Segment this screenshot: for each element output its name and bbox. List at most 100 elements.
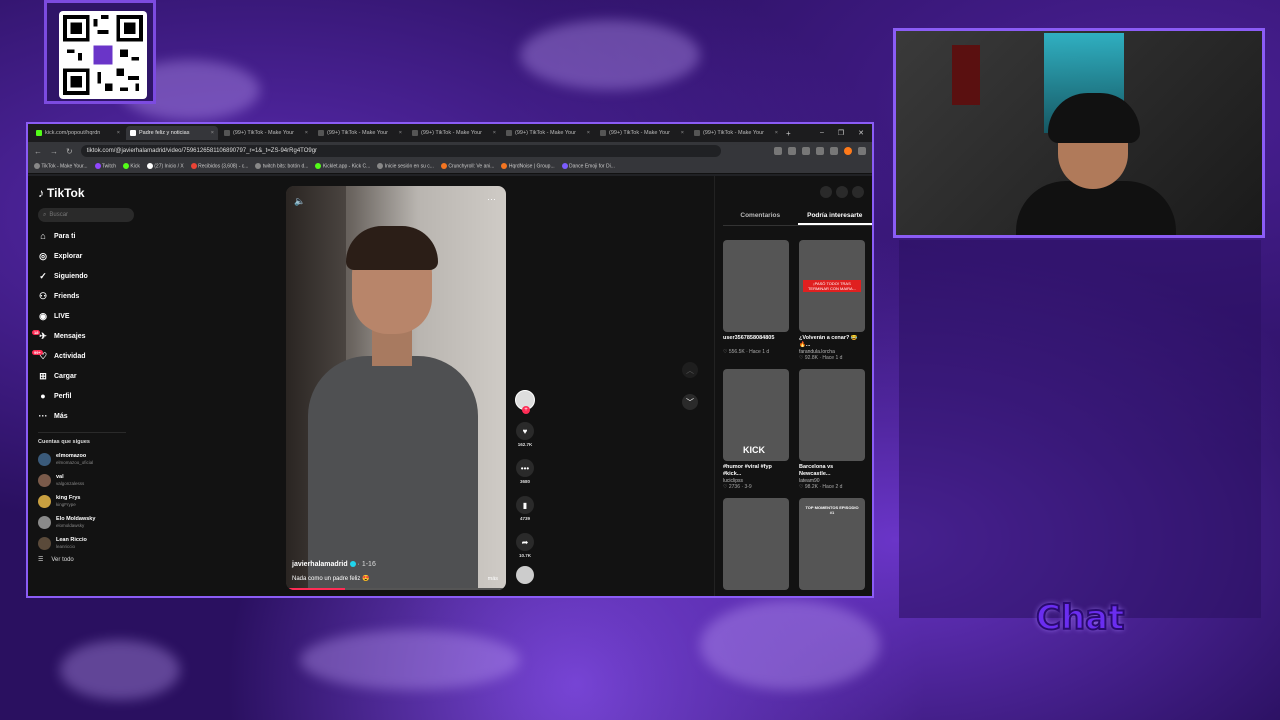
menu-item-siguiendo[interactable]: ✓ Siguiendo — [38, 270, 132, 282]
menu-item-perfil[interactable]: ● Perfil — [38, 390, 132, 402]
close-window-icon[interactable]: ✕ — [858, 129, 864, 137]
tiktok-logo[interactable]: ♪ TikTok — [38, 186, 132, 200]
menu-item-explorar[interactable]: ◎ Explorar — [38, 250, 132, 262]
address-bar-row: ← → ↻ tiktok.com/@javierhalamadrid/video… — [28, 142, 872, 160]
bookmark-item[interactable]: Crunchyroll: Ve ani... — [440, 163, 494, 170]
bookmark-item[interactable]: Inicie sesión en su c... — [377, 163, 434, 170]
search-input[interactable]: ⌕ Buscar — [38, 208, 134, 222]
share-button[interactable]: ➦ 10.7K — [516, 533, 534, 558]
menu-item-friends[interactable]: ⚇ Friends — [38, 290, 132, 302]
video-progress-bar[interactable] — [286, 588, 506, 590]
close-icon[interactable]: × — [305, 130, 308, 136]
recommended-video[interactable]: user3567858084805 ♡ 556.5K · Hace 1 d — [723, 240, 789, 361]
extension-icon[interactable] — [774, 147, 782, 155]
browser-tab-active[interactable]: Padre feliz y noticias × — [126, 126, 218, 140]
next-video-button[interactable]: ﹀ — [682, 394, 698, 410]
browser-tab[interactable]: (99+) TikTok - Make Your × — [596, 126, 688, 140]
tab-podria-interesarte[interactable]: Podría interesarte — [797, 212, 872, 225]
avatar — [38, 474, 51, 487]
extension-icon[interactable] — [830, 147, 838, 155]
verified-icon — [349, 561, 356, 568]
bookmark-item[interactable]: (27) Inicio / X — [146, 163, 184, 170]
recommended-video[interactable]: KICK #humor #viral #fyp #kick... lucicli… — [723, 369, 789, 490]
forward-icon[interactable]: → — [50, 147, 58, 156]
browser-tab[interactable]: (99+) TikTok - Make Your × — [220, 126, 312, 140]
tab-comentarios[interactable]: Comentarios — [723, 212, 798, 225]
close-icon[interactable]: × — [775, 130, 778, 136]
bookmark-star-icon[interactable] — [788, 147, 796, 155]
video-thumbnail — [723, 240, 789, 332]
video-author[interactable]: javierhalamadrid · 1-16 — [292, 561, 376, 568]
menu-item-mas[interactable]: ··· Más — [38, 410, 132, 422]
new-tab-icon[interactable]: + — [786, 129, 791, 138]
browser-tab[interactable]: kick.com/popout/hqrdn × — [32, 126, 124, 140]
see-all-link[interactable]: ☰ Ver todo — [38, 556, 132, 564]
maximize-icon[interactable]: ❐ — [838, 129, 844, 137]
panel-tabs: Comentarios Podría interesarte — [723, 212, 872, 226]
following-account[interactable]: Lean Riccio leanriccio — [38, 535, 132, 552]
back-icon[interactable]: ← — [34, 147, 42, 156]
like-button[interactable]: ♥ 162.7K — [516, 422, 534, 447]
bookmark-item[interactable]: Twitch — [94, 163, 116, 170]
menu-item-para-ti[interactable]: ⌂ Para ti — [38, 230, 132, 242]
menu-item-live[interactable]: ◉ LIVE — [38, 310, 132, 322]
url-field[interactable]: tiktok.com/@javierhalamadrid/video/75961… — [80, 145, 721, 157]
following-account[interactable]: elmomazoo elmomazoo_oficial — [38, 451, 132, 468]
video-thumbnail: KICK — [723, 369, 789, 461]
see-more-link[interactable]: más — [488, 576, 498, 582]
recommended-video[interactable]: ¡PASÓ TODO! TRAS TERMINAR CON MAIRA... ¿… — [799, 240, 865, 361]
tiktok-note-icon: ♪ — [38, 186, 44, 200]
webcam-feed — [893, 28, 1265, 238]
music-disc-icon[interactable] — [516, 566, 534, 584]
bookmark-item[interactable]: TikTok - Make Your... — [34, 163, 88, 170]
bookmark-item[interactable]: Kick — [123, 163, 140, 170]
follow-plus-icon[interactable]: + — [522, 406, 530, 414]
close-icon[interactable]: × — [211, 130, 214, 136]
extension-icon[interactable] — [802, 147, 810, 155]
settings-icon[interactable] — [820, 186, 832, 198]
author-avatar[interactable]: + — [515, 390, 535, 414]
menu-item-mensajes[interactable]: ✈ 18 Mensajes — [32, 329, 132, 342]
volume-icon[interactable]: 🔈 — [294, 196, 305, 207]
device-icon[interactable] — [836, 186, 848, 198]
following-account[interactable]: Elo Moldawsky elomoldawsky — [38, 514, 132, 531]
user-avatar-icon[interactable] — [852, 186, 864, 198]
previous-video-button[interactable]: ︿ — [682, 362, 698, 378]
progress-fill — [286, 588, 346, 590]
browser-tab[interactable]: (99+) TikTok - Make Your × — [690, 126, 782, 140]
menu-item-cargar[interactable]: ⊞ Cargar — [38, 370, 132, 382]
bookmark-item[interactable]: Dance Emoji for Di... — [561, 163, 615, 170]
following-account[interactable]: val valgonzalesss — [38, 472, 132, 489]
tab-label: (99+) TikTok - Make Your — [609, 130, 670, 136]
more-options-icon[interactable]: ··· — [487, 194, 496, 204]
following-icon: ✓ — [39, 270, 47, 281]
close-icon[interactable]: × — [587, 130, 590, 136]
recommended-video[interactable]: TOP MOMENTOS EPISODIO #1 — [799, 498, 865, 590]
recommended-video[interactable] — [723, 498, 789, 590]
menu-dots-icon[interactable] — [858, 147, 866, 155]
comment-button[interactable]: ••• 3680 — [516, 459, 534, 484]
close-icon[interactable]: × — [117, 130, 120, 136]
video-thumbnail — [799, 369, 865, 461]
video-player[interactable]: 🔈 ··· javierhalamadrid · 1-16 Nada como … — [286, 186, 506, 590]
browser-tab[interactable]: (99+) TikTok - Make Your × — [502, 126, 594, 140]
minimize-icon[interactable]: – — [820, 129, 824, 137]
browser-tab[interactable]: (99+) TikTok - Make Your × — [408, 126, 500, 140]
friends-icon: ⚇ — [38, 290, 48, 301]
browser-tab[interactable]: (99+) TikTok - Make Your × — [314, 126, 406, 140]
extension-icon[interactable] — [816, 147, 824, 155]
close-icon[interactable]: × — [399, 130, 402, 136]
close-icon[interactable]: × — [681, 130, 684, 136]
profile-avatar-icon[interactable] — [844, 147, 852, 155]
recommended-video[interactable]: Barcelona vs Newcastle... lateam90 ♡ 98.… — [799, 369, 865, 490]
bookmark-item[interactable]: twitch bits: botón d... — [255, 163, 308, 170]
bookmark-item[interactable]: Recibidos (3,608) - c... — [190, 163, 248, 170]
bookmark-item[interactable]: Kicklet.app - Kick C... — [315, 163, 370, 170]
bookmark-item[interactable]: HqrdNoise | Group... — [501, 163, 555, 170]
menu-item-actividad[interactable]: ♡ 99+ Actividad — [32, 349, 132, 362]
chevron-down-icon: ﹀ — [686, 397, 694, 407]
save-button[interactable]: ▮ 4739 — [516, 496, 534, 521]
following-account[interactable]: king Frys kingFrype — [38, 493, 132, 510]
reload-icon[interactable]: ↻ — [66, 147, 73, 156]
close-icon[interactable]: × — [493, 130, 496, 136]
